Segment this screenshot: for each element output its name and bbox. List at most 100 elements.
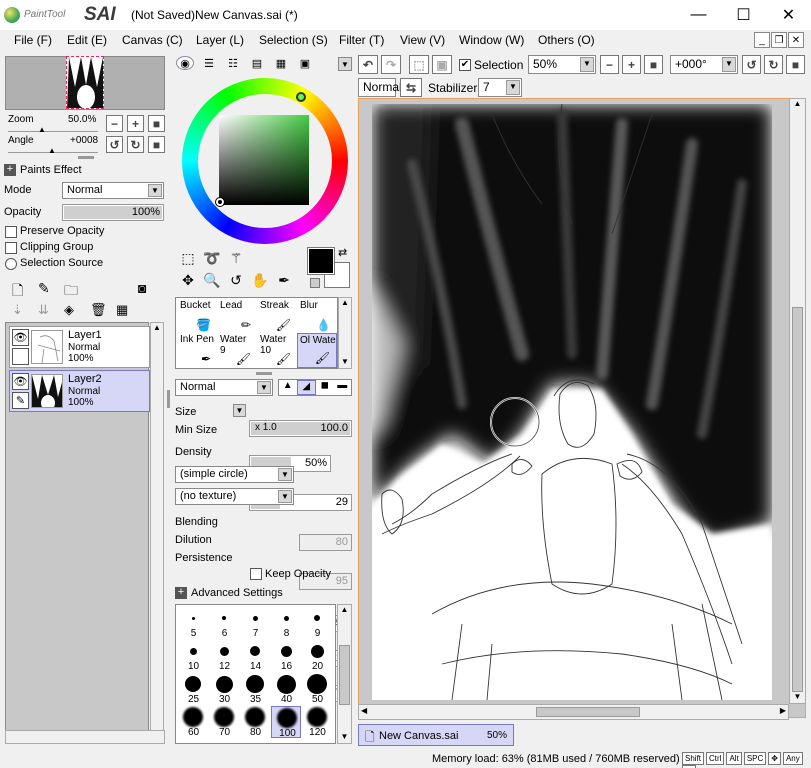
rotate-reset-button[interactable]: ■ <box>148 136 165 153</box>
scroll-right-icon[interactable]: ▶ <box>780 706 786 715</box>
paints-effect-label[interactable]: Paints Effect <box>20 164 82 176</box>
scroll-thumb[interactable] <box>792 307 803 692</box>
brush-size-preset[interactable]: 30 <box>209 673 239 705</box>
brush-shape-select[interactable]: (simple circle) ▼ <box>175 466 294 483</box>
brush-size-preset[interactable]: 5 <box>178 607 208 639</box>
scroll-thumb[interactable] <box>536 707 640 717</box>
canvas-zoom-select[interactable]: 50% ▼ <box>528 55 596 74</box>
transfer-down-icon[interactable]: ⇣ <box>12 302 23 318</box>
clear-layer-icon[interactable]: ◈ <box>64 302 74 318</box>
brush-size-preset[interactable]: 40 <box>271 673 301 705</box>
layer-mask-icon[interactable]: ◙ <box>138 280 146 296</box>
round-edge-icon[interactable]: ◼ <box>316 380 334 395</box>
scroll-down-icon[interactable]: ▼ <box>790 692 805 701</box>
menu-file[interactable]: File (F) <box>14 33 52 47</box>
menu-edit[interactable]: Edit (E) <box>67 33 107 47</box>
scroll-up-icon[interactable]: ▲ <box>790 99 805 108</box>
invert-selection-button[interactable]: ▣ <box>432 55 452 74</box>
merge-down-icon[interactable]: ⇊ <box>38 302 49 318</box>
canvas-rotate-left-button[interactable]: ↺ <box>742 55 761 74</box>
brush-size-preset[interactable]: 14 <box>240 640 270 672</box>
brush-water-9[interactable]: Water 9 🖌 <box>217 333 257 368</box>
rgb-slider-tab-icon[interactable]: ☰ <box>200 56 218 70</box>
drawing-canvas[interactable] <box>372 104 772 700</box>
size-multiplier-dropdown[interactable]: ▼ <box>233 404 246 417</box>
menu-view[interactable]: View (V) <box>400 33 445 47</box>
brush-size-preset[interactable]: 35 <box>240 673 270 705</box>
redo-button[interactable]: ↷ <box>381 55 401 74</box>
hsv-slider-tab-icon[interactable]: ☷ <box>224 56 242 70</box>
brush-size-preset[interactable]: 25 <box>178 673 208 705</box>
file-tab[interactable]: 🗋 New Canvas.sai 50% <box>358 724 514 746</box>
brush-size-preset[interactable]: 120 <box>302 706 332 738</box>
brush-size-preset[interactable]: 7 <box>240 607 270 639</box>
keep-opacity-checkbox[interactable] <box>250 568 262 580</box>
scroll-left-icon[interactable]: ◀ <box>361 706 367 715</box>
brush-size-preset[interactable]: 12 <box>209 640 239 672</box>
undo-button[interactable]: ↶ <box>358 55 378 74</box>
eyedropper-icon[interactable]: ✒ <box>274 270 294 290</box>
new-folder-icon[interactable]: 🗀 <box>64 280 78 304</box>
plus-icon[interactable]: + <box>4 164 16 176</box>
scroll-down-icon[interactable]: ▼ <box>338 732 351 741</box>
soft-edge-icon[interactable]: ◢ <box>296 380 316 395</box>
scratchpad-tab-icon[interactable]: ▣ <box>296 56 314 70</box>
brush-grid-scrollbar[interactable]: ▲ ▼ <box>338 297 352 369</box>
brush-size-preset[interactable]: 6 <box>209 607 239 639</box>
clipping-group-checkbox[interactable] <box>5 242 17 254</box>
eye-icon[interactable]: 👁 <box>12 329 29 346</box>
brush-oil-water[interactable]: Ol Wate 🖌 <box>297 333 337 368</box>
hue-picker-handle[interactable] <box>296 92 306 102</box>
delete-layer-icon[interactable]: 🗑 <box>90 302 107 318</box>
magic-wand-icon[interactable]: ⚚ <box>226 248 246 268</box>
menu-filter[interactable]: Filter (T) <box>339 33 384 47</box>
menu-selection[interactable]: Selection (S) <box>259 33 328 47</box>
flip-canvas-button[interactable]: ⇆ <box>400 78 422 97</box>
canvas-zoom-reset-button[interactable]: ■ <box>644 55 663 74</box>
menu-canvas[interactable]: Canvas (C) <box>122 33 183 47</box>
mdi-close-button[interactable]: ✕ <box>788 32 804 48</box>
brush-size-preset[interactable]: 20 <box>302 640 332 672</box>
mdi-minimize-button[interactable]: _ <box>754 32 770 48</box>
hand-icon[interactable]: ✋ <box>250 270 270 290</box>
color-wheel[interactable] <box>182 78 348 244</box>
canvas-rotate-reset-button[interactable]: ■ <box>786 55 805 74</box>
brush-size-preset[interactable]: 60 <box>178 706 208 738</box>
close-button[interactable]: ✕ <box>766 0 811 30</box>
layer-settings-icon[interactable]: ▦ <box>116 302 128 318</box>
swatches-tab-icon[interactable]: ▦ <box>272 56 290 70</box>
scroll-thumb[interactable] <box>339 645 350 705</box>
lock-toggle[interactable] <box>12 348 29 365</box>
brush-size-preset[interactable]: 100 <box>271 706 301 739</box>
brush-size-preset[interactable]: 16 <box>271 640 301 672</box>
new-linework-layer-icon[interactable]: ✎ <box>38 280 50 297</box>
brush-texture-select[interactable]: (no texture) ▼ <box>175 488 294 505</box>
canvas-menu-dropdown[interactable]: ▼ <box>338 57 352 71</box>
menu-window[interactable]: Window (W) <box>459 33 524 47</box>
brush-size-preset[interactable]: 9 <box>302 607 332 639</box>
pencil-icon[interactable]: ✎ <box>12 392 29 409</box>
layer-row[interactable]: 👁 ✎ Layer2 Normal 100% <box>9 370 150 412</box>
zoom-slider[interactable] <box>8 124 98 132</box>
scroll-down-icon[interactable]: ▼ <box>339 357 351 366</box>
canvas-zoom-out-button[interactable]: − <box>600 55 619 74</box>
brush-shape-strength[interactable]: 80 <box>299 534 352 551</box>
brush-size-slider[interactable]: x 1.0 100.0 <box>249 420 352 437</box>
layer-mode-select[interactable]: Normal ▼ <box>62 182 164 199</box>
lasso-icon[interactable]: ➰ <box>202 248 222 268</box>
stabilizer-select[interactable]: 7 ▼ <box>478 78 522 97</box>
zoom-slider-handle[interactable]: ▲ <box>38 125 46 134</box>
hard-edge-icon[interactable]: ▲ <box>279 380 297 395</box>
maximize-button[interactable]: ☐ <box>721 0 766 30</box>
mdi-restore-button[interactable]: ❐ <box>771 32 787 48</box>
panel-splitter-vertical[interactable] <box>167 390 170 408</box>
layer-row[interactable]: 👁 Layer1 Normal 100% <box>9 326 150 368</box>
size-presets-scrollbar[interactable]: ▲ ▼ <box>337 604 352 744</box>
rotate-right-button[interactable]: ↻ <box>127 136 144 153</box>
advanced-settings-label[interactable]: Advanced Settings <box>191 587 283 599</box>
menu-layer[interactable]: Layer (L) <box>196 33 244 47</box>
deselect-button[interactable]: ⬚ <box>409 55 429 74</box>
plus-icon[interactable]: + <box>175 587 187 599</box>
canvas-zoom-in-button[interactable]: + <box>622 55 641 74</box>
saturation-value-square[interactable] <box>219 115 309 205</box>
